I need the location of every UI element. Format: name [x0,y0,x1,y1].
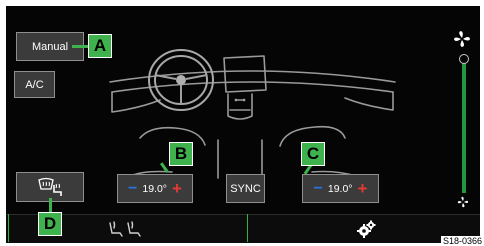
fan-speed-slider[interactable] [462,63,466,193]
bottom-navigation-bar [6,214,480,243]
seat-heating-icon[interactable] [106,219,146,239]
driver-temp-decrease-button[interactable]: − [128,180,137,197]
driver-temp-control[interactable]: − 19.0° + [117,174,193,203]
callout-d: D [38,212,62,236]
ac-label: A/C [25,78,44,91]
windscreen-defrost-icon [38,177,62,196]
sync-button[interactable]: SYNC [226,174,265,203]
callout-b: B [169,142,193,166]
callout-c: C [301,142,325,166]
bottom-bar-left-divider [8,214,9,242]
seat-heating-icon [53,183,62,196]
driver-temp-value: 19.0° [142,182,168,195]
fan-speed-handle[interactable] [459,54,469,64]
figure-code: S18-0366 [440,236,484,246]
passenger-temp-control[interactable]: − 19.0° + [302,174,379,203]
bottom-bar-middle-divider [247,214,248,242]
driver-temp-increase-button[interactable]: + [172,180,182,197]
gears-icon[interactable] [357,219,377,239]
passenger-temp-decrease-button[interactable]: − [314,180,323,197]
manual-mode-label: Manual [31,40,69,53]
passenger-temp-increase-button[interactable]: + [358,180,368,197]
climate-screen-figure: Manual A/C − 19.0° + SYNC − 19.0° + A B … [0,0,484,246]
ac-button[interactable]: A/C [14,71,55,98]
sync-label: SYNC [230,182,261,195]
callout-d-leader [49,198,52,212]
fan-icon-small [457,196,469,208]
passenger-temp-value: 19.0° [327,182,353,195]
fan-icon [454,31,470,47]
callout-a: A [88,34,112,58]
